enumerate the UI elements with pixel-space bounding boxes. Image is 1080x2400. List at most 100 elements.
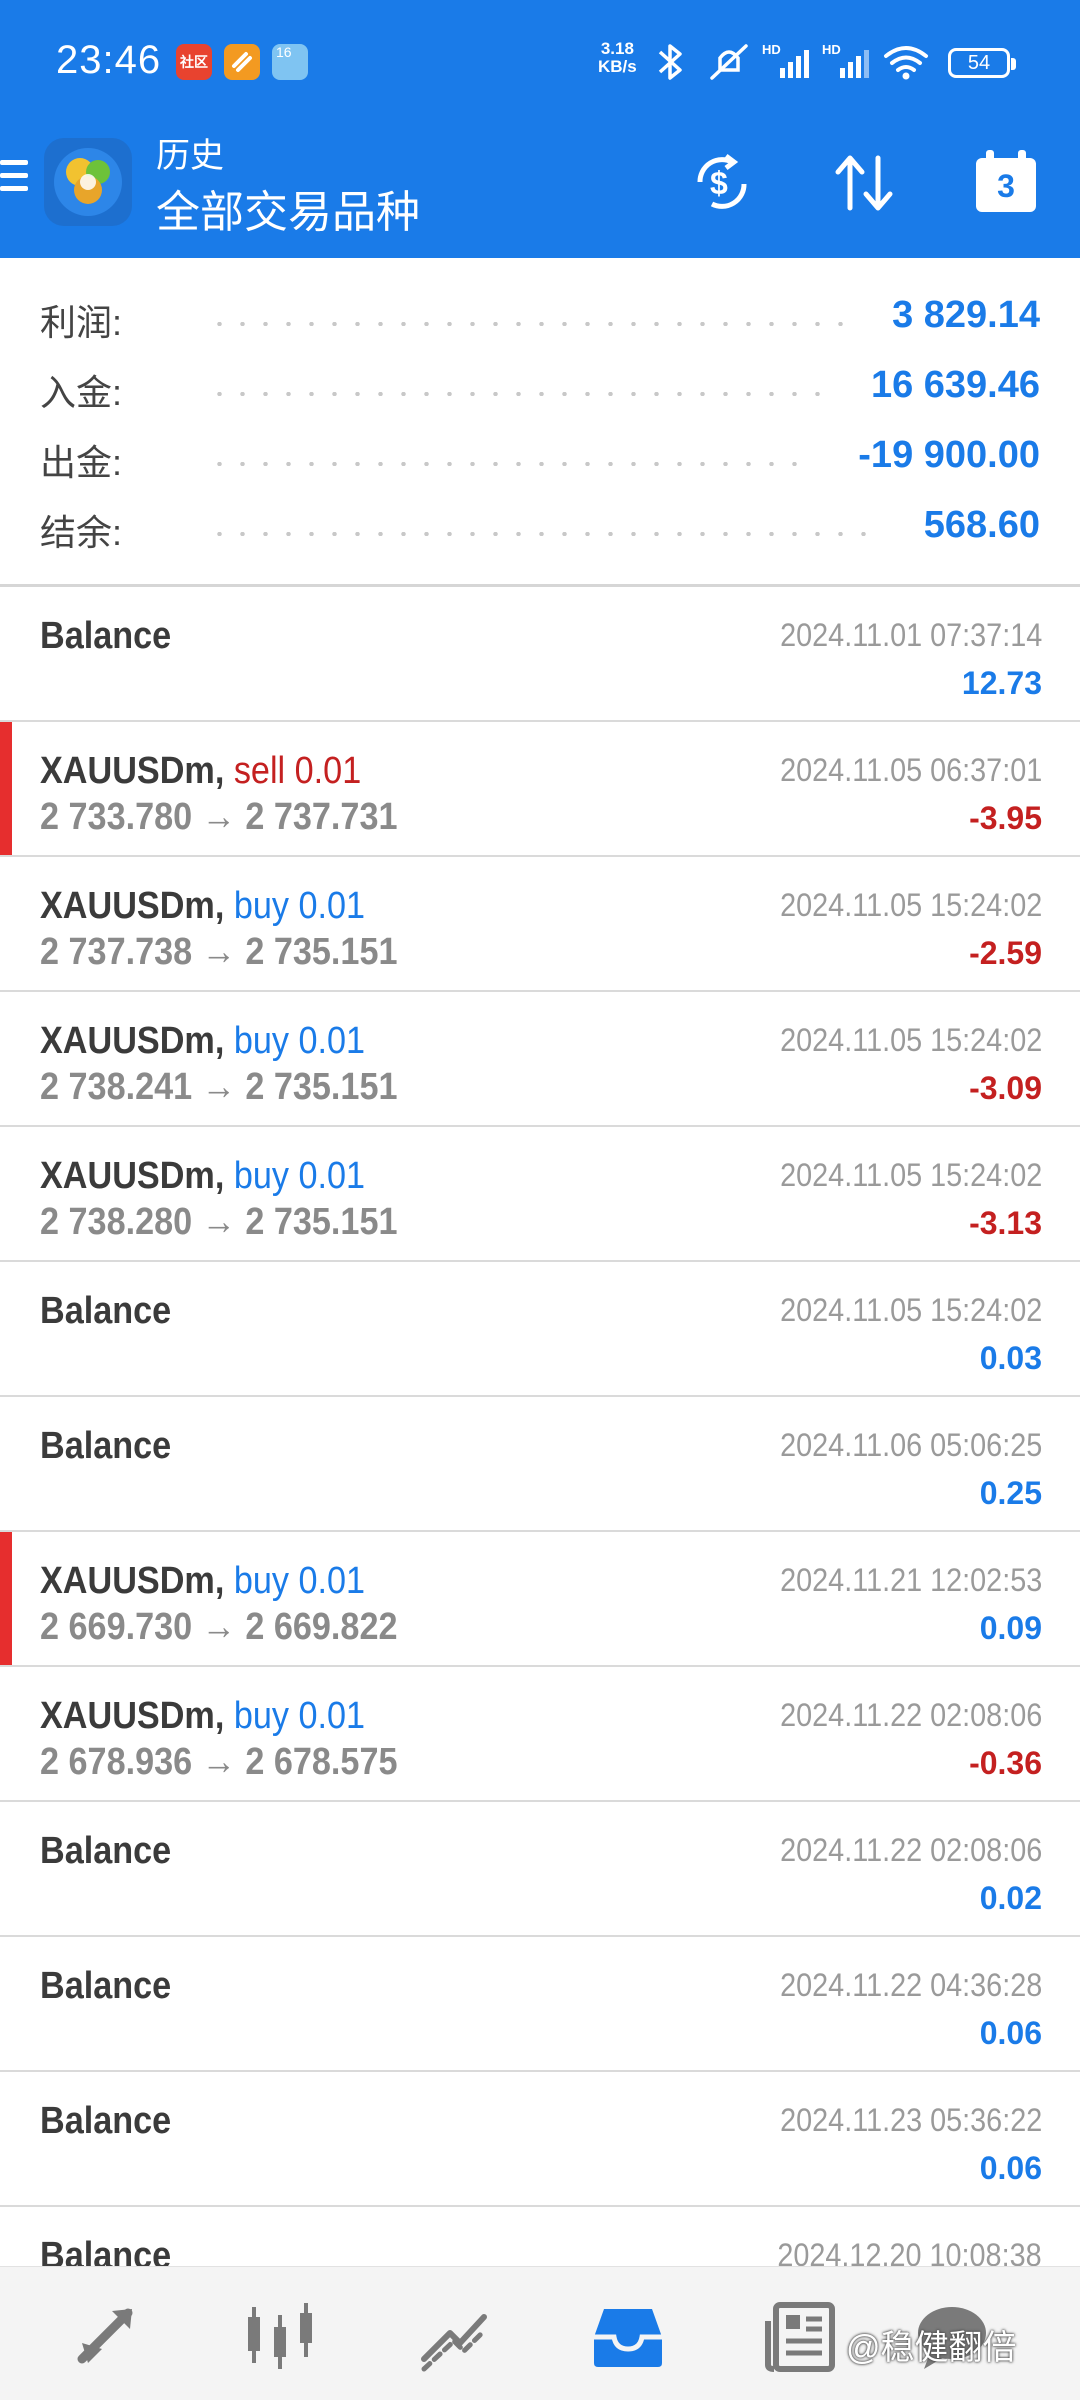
row-name: XAUUSDm, sell 0.01 — [40, 750, 361, 793]
row-date: 2024.11.23 05:36:22 — [779, 2102, 1042, 2138]
summary-row-deposit: 入金: 16 639.46 — [0, 360, 1080, 430]
row-date: 2024.11.21 12:02:53 — [779, 1562, 1042, 1598]
row-date: 2024.11.05 15:24:02 — [779, 1157, 1042, 1193]
symbol: XAUUSDm, — [40, 1020, 225, 1062]
mute-icon — [710, 44, 748, 80]
symbol: XAUUSDm, — [40, 885, 225, 927]
row-profit: -3.95 — [969, 800, 1042, 836]
dotted-leader — [208, 462, 808, 466]
page-title[interactable]: 全部交易品种 — [156, 176, 420, 240]
signal-1-icon: HD — [762, 42, 809, 78]
trade-row[interactable]: XAUUSDm, sell 0.01 2 733.780 → 2 737.731 2… — [0, 722, 1080, 857]
row-title: Balance — [40, 1965, 172, 2007]
balance-row[interactable]: Balance 2024.11.22 02:08:06 0.02 — [0, 1802, 1080, 1937]
row-profit: -3.09 — [969, 1070, 1042, 1106]
battery-indicator: 54 — [948, 48, 1016, 78]
row-name: XAUUSDm, buy 0.01 — [40, 885, 365, 928]
page-subtitle: 历史 — [156, 137, 224, 175]
row-date: 2024.11.22 02:08:06 — [779, 1832, 1042, 1868]
open-marker — [0, 722, 12, 855]
row-name: Balance — [40, 1290, 171, 1333]
summary-value: 16 639.46 — [870, 364, 1040, 406]
tasks-app-icon — [224, 44, 260, 80]
balance-row[interactable]: Balance 2024.11.22 04:36:28 0.06 — [0, 1937, 1080, 2072]
svg-text:HD: HD — [822, 42, 841, 57]
news-icon[interactable] — [762, 2297, 842, 2377]
row-date: 2024.11.05 15:24:02 — [779, 887, 1042, 923]
trade-prices: 2 678.936 → 2 678.575 — [40, 1741, 398, 1783]
status-bar: 23:46 社区 16 3.18 KB/s HD HD 54 — [0, 0, 1080, 125]
row-name: XAUUSDm, buy 0.01 — [40, 1695, 365, 1738]
balance-row[interactable]: Balance 2024.11.23 05:36:22 0.06 — [0, 2072, 1080, 2207]
status-time: 23:46 — [56, 38, 162, 82]
trade-prices: 2 669.730 → 2 669.822 — [40, 1606, 398, 1648]
sort-icon[interactable] — [830, 148, 900, 218]
network-speed: 3.18 KB/s — [598, 40, 637, 76]
calendar-icon[interactable]: 3 — [974, 148, 1038, 214]
row-profit: -3.13 — [969, 1205, 1042, 1241]
quotes-icon[interactable] — [68, 2297, 148, 2377]
open-marker — [0, 1532, 12, 1665]
row-profit: 0.06 — [979, 2150, 1042, 2186]
history-list: Balance 2024.11.01 07:37:14 12.73 XAUUSDm, … — [0, 587, 1080, 2342]
symbol: XAUUSDm, — [40, 750, 225, 792]
network-speed-value: 3.18 — [600, 39, 634, 58]
app-header: 23:46 社区 16 3.18 KB/s HD HD 54 历史 全部交易品种… — [0, 0, 1080, 258]
row-profit: -0.36 — [969, 1745, 1042, 1781]
wifi-icon — [884, 46, 928, 80]
menu-button[interactable] — [0, 160, 30, 204]
balance-row[interactable]: Balance 2024.11.01 07:37:14 12.73 — [0, 587, 1080, 722]
row-name: XAUUSDm, buy 0.01 — [40, 1155, 365, 1198]
symbol: XAUUSDm, — [40, 1695, 225, 1737]
news-app-icon: 社区 — [176, 44, 212, 80]
trade-row[interactable]: XAUUSDm, buy 0.01 2 737.738 → 2 735.151 20… — [0, 857, 1080, 992]
trade-row[interactable]: XAUUSDm, buy 0.01 2 738.280 → 2 735.151 20… — [0, 1127, 1080, 1262]
trade-action: sell 0.01 — [233, 750, 362, 792]
summary-value: 568.60 — [923, 504, 1040, 546]
svg-text:HD: HD — [762, 42, 781, 57]
balance-row[interactable]: Balance 2024.11.06 05:06:25 0.25 — [0, 1397, 1080, 1532]
trade-row[interactable]: XAUUSDm, buy 0.01 2 678.936 → 2 678.575 20… — [0, 1667, 1080, 1802]
summary-label: 出金: — [40, 442, 123, 483]
row-name: XAUUSDm, buy 0.01 — [40, 1020, 365, 1063]
row-profit: 0.02 — [979, 1880, 1042, 1916]
deposit-withdraw-filter-icon[interactable]: $ — [686, 148, 758, 218]
summary-label: 入金: — [40, 372, 123, 413]
trade-prices: 2 738.241 → 2 735.151 — [40, 1066, 398, 1108]
trade-action: buy 0.01 — [233, 1695, 366, 1737]
row-name: Balance — [40, 615, 171, 658]
row-profit: 12.73 — [961, 665, 1042, 701]
dotted-leader — [208, 532, 878, 536]
trade-icon[interactable] — [414, 2297, 494, 2377]
summary-label: 利润: — [40, 302, 123, 343]
dotted-leader — [208, 392, 830, 396]
trade-action: buy 0.01 — [233, 1020, 366, 1062]
row-name: Balance — [40, 1830, 171, 1873]
weather-app-icon: 16 — [272, 44, 308, 80]
row-date: 2024.11.06 05:06:25 — [779, 1427, 1042, 1463]
trade-prices: 2 738.280 → 2 735.151 — [40, 1201, 398, 1243]
summary-row-balance: 结余: 568.60 — [0, 500, 1080, 570]
summary-value: 3 829.14 — [892, 294, 1040, 336]
trade-prices: 2 737.738 → 2 735.151 — [40, 931, 398, 973]
summary-row-profit: 利润: 3 829.14 — [0, 290, 1080, 360]
row-title: Balance — [40, 1290, 172, 1332]
trade-action: buy 0.01 — [233, 885, 366, 927]
row-name: XAUUSDm, buy 0.01 — [40, 1560, 365, 1603]
trade-row[interactable]: XAUUSDm, buy 0.01 2 669.730 → 2 669.822 20… — [0, 1532, 1080, 1667]
row-title: Balance — [40, 615, 172, 657]
history-icon[interactable] — [588, 2297, 668, 2377]
row-date: 2024.11.05 15:24:02 — [779, 1292, 1042, 1328]
trade-action: buy 0.01 — [233, 1560, 366, 1602]
summary-value: -19 900.00 — [858, 434, 1040, 476]
symbol: XAUUSDm, — [40, 1155, 225, 1197]
calendar-day: 3 — [997, 168, 1015, 204]
network-speed-unit: KB/s — [598, 57, 637, 76]
row-profit: 0.25 — [979, 1475, 1042, 1511]
bluetooth-icon — [658, 44, 682, 80]
row-name: Balance — [40, 2100, 171, 2143]
balance-row[interactable]: Balance 2024.11.05 15:24:02 0.03 — [0, 1262, 1080, 1397]
row-name: Balance — [40, 1425, 171, 1468]
trade-row[interactable]: XAUUSDm, buy 0.01 2 738.241 → 2 735.151 20… — [0, 992, 1080, 1127]
chart-icon[interactable] — [240, 2297, 320, 2377]
